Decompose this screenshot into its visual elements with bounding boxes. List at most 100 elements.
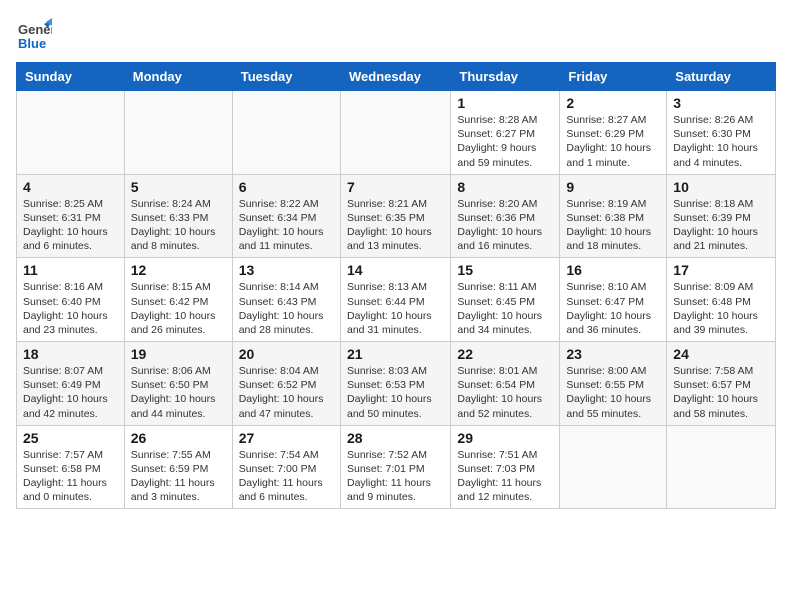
calendar-cell — [17, 91, 125, 175]
day-info: Sunrise: 8:00 AMSunset: 6:55 PMDaylight:… — [566, 364, 660, 421]
calendar-cell — [232, 91, 340, 175]
calendar-week-row: 25 Sunrise: 7:57 AMSunset: 6:58 PMDayligh… — [17, 425, 776, 509]
day-info: Sunrise: 8:04 AMSunset: 6:52 PMDaylight:… — [239, 364, 334, 421]
day-info: Sunrise: 8:06 AMSunset: 6:50 PMDaylight:… — [131, 364, 226, 421]
calendar-cell: 19 Sunrise: 8:06 AMSunset: 6:50 PMDayligh… — [124, 342, 232, 426]
calendar-cell: 11 Sunrise: 8:16 AMSunset: 6:40 PMDayligh… — [17, 258, 125, 342]
day-info: Sunrise: 8:27 AMSunset: 6:29 PMDaylight:… — [566, 113, 660, 170]
weekday-header: Monday — [124, 63, 232, 91]
day-number: 17 — [673, 262, 769, 278]
day-number: 2 — [566, 95, 660, 111]
calendar-cell: 16 Sunrise: 8:10 AMSunset: 6:47 PMDayligh… — [560, 258, 667, 342]
page-header: General Blue — [16, 16, 776, 52]
day-info: Sunrise: 8:03 AMSunset: 6:53 PMDaylight:… — [347, 364, 444, 421]
day-number: 3 — [673, 95, 769, 111]
day-number: 22 — [457, 346, 553, 362]
day-number: 12 — [131, 262, 226, 278]
day-info: Sunrise: 8:21 AMSunset: 6:35 PMDaylight:… — [347, 197, 444, 254]
day-number: 9 — [566, 179, 660, 195]
weekday-header-row: SundayMondayTuesdayWednesdayThursdayFrid… — [17, 63, 776, 91]
day-info: Sunrise: 8:13 AMSunset: 6:44 PMDaylight:… — [347, 280, 444, 337]
calendar-cell: 26 Sunrise: 7:55 AMSunset: 6:59 PMDayligh… — [124, 425, 232, 509]
weekday-header: Sunday — [17, 63, 125, 91]
day-info: Sunrise: 7:52 AMSunset: 7:01 PMDaylight:… — [347, 448, 444, 505]
day-number: 14 — [347, 262, 444, 278]
svg-text:Blue: Blue — [18, 36, 46, 51]
day-number: 1 — [457, 95, 553, 111]
day-number: 24 — [673, 346, 769, 362]
calendar-cell: 12 Sunrise: 8:15 AMSunset: 6:42 PMDayligh… — [124, 258, 232, 342]
logo: General Blue — [16, 16, 52, 52]
weekday-header: Wednesday — [340, 63, 450, 91]
logo-icon: General Blue — [16, 16, 52, 52]
day-number: 5 — [131, 179, 226, 195]
day-info: Sunrise: 8:25 AMSunset: 6:31 PMDaylight:… — [23, 197, 118, 254]
day-info: Sunrise: 8:09 AMSunset: 6:48 PMDaylight:… — [673, 280, 769, 337]
calendar-cell — [560, 425, 667, 509]
calendar-cell: 25 Sunrise: 7:57 AMSunset: 6:58 PMDayligh… — [17, 425, 125, 509]
weekday-header: Saturday — [667, 63, 776, 91]
calendar-table: SundayMondayTuesdayWednesdayThursdayFrid… — [16, 62, 776, 509]
day-info: Sunrise: 8:16 AMSunset: 6:40 PMDaylight:… — [23, 280, 118, 337]
day-number: 7 — [347, 179, 444, 195]
day-number: 16 — [566, 262, 660, 278]
calendar-week-row: 4 Sunrise: 8:25 AMSunset: 6:31 PMDaylight… — [17, 174, 776, 258]
calendar-cell: 5 Sunrise: 8:24 AMSunset: 6:33 PMDaylight… — [124, 174, 232, 258]
calendar-cell: 10Sunrise: 8:18 AMSunset: 6:39 PMDayligh… — [667, 174, 776, 258]
day-number: 27 — [239, 430, 334, 446]
calendar-cell: 14 Sunrise: 8:13 AMSunset: 6:44 PMDayligh… — [340, 258, 450, 342]
day-number: 25 — [23, 430, 118, 446]
day-info: Sunrise: 8:15 AMSunset: 6:42 PMDaylight:… — [131, 280, 226, 337]
day-info: Sunrise: 8:24 AMSunset: 6:33 PMDaylight:… — [131, 197, 226, 254]
day-info: Sunrise: 7:55 AMSunset: 6:59 PMDaylight:… — [131, 448, 226, 505]
day-info: Sunrise: 8:26 AMSunset: 6:30 PMDaylight:… — [673, 113, 769, 170]
day-info: Sunrise: 7:54 AMSunset: 7:00 PMDaylight:… — [239, 448, 334, 505]
day-number: 11 — [23, 262, 118, 278]
day-number: 15 — [457, 262, 553, 278]
day-number: 6 — [239, 179, 334, 195]
day-info: Sunrise: 8:01 AMSunset: 6:54 PMDaylight:… — [457, 364, 553, 421]
day-info: Sunrise: 8:18 AMSunset: 6:39 PMDaylight:… — [673, 197, 769, 254]
day-number: 28 — [347, 430, 444, 446]
calendar-cell: 2 Sunrise: 8:27 AMSunset: 6:29 PMDaylight… — [560, 91, 667, 175]
calendar-cell: 3 Sunrise: 8:26 AMSunset: 6:30 PMDaylight… — [667, 91, 776, 175]
day-info: Sunrise: 8:11 AMSunset: 6:45 PMDaylight:… — [457, 280, 553, 337]
calendar-week-row: 18 Sunrise: 8:07 AMSunset: 6:49 PMDayligh… — [17, 342, 776, 426]
day-number: 29 — [457, 430, 553, 446]
day-number: 4 — [23, 179, 118, 195]
day-info: Sunrise: 8:20 AMSunset: 6:36 PMDaylight:… — [457, 197, 553, 254]
calendar-cell: 15 Sunrise: 8:11 AMSunset: 6:45 PMDayligh… — [451, 258, 560, 342]
calendar-cell: 7 Sunrise: 8:21 AMSunset: 6:35 PMDaylight… — [340, 174, 450, 258]
calendar-cell: 9Sunrise: 8:19 AMSunset: 6:38 PMDaylight… — [560, 174, 667, 258]
day-number: 26 — [131, 430, 226, 446]
weekday-header: Tuesday — [232, 63, 340, 91]
day-number: 8 — [457, 179, 553, 195]
calendar-cell: 24 Sunrise: 7:58 AMSunset: 6:57 PMDayligh… — [667, 342, 776, 426]
calendar-cell: 22 Sunrise: 8:01 AMSunset: 6:54 PMDayligh… — [451, 342, 560, 426]
calendar-cell: 1 Sunrise: 8:28 AMSunset: 6:27 PMDaylight… — [451, 91, 560, 175]
calendar-cell: 6Sunrise: 8:22 AMSunset: 6:34 PMDaylight… — [232, 174, 340, 258]
calendar-cell: 27 Sunrise: 7:54 AMSunset: 7:00 PMDayligh… — [232, 425, 340, 509]
day-number: 20 — [239, 346, 334, 362]
calendar-cell — [124, 91, 232, 175]
weekday-header: Friday — [560, 63, 667, 91]
day-number: 13 — [239, 262, 334, 278]
day-info: Sunrise: 7:57 AMSunset: 6:58 PMDaylight:… — [23, 448, 118, 505]
calendar-week-row: 1 Sunrise: 8:28 AMSunset: 6:27 PMDaylight… — [17, 91, 776, 175]
weekday-header: Thursday — [451, 63, 560, 91]
day-number: 18 — [23, 346, 118, 362]
day-info: Sunrise: 8:07 AMSunset: 6:49 PMDaylight:… — [23, 364, 118, 421]
calendar-cell: 20 Sunrise: 8:04 AMSunset: 6:52 PMDayligh… — [232, 342, 340, 426]
day-number: 19 — [131, 346, 226, 362]
calendar-cell — [667, 425, 776, 509]
day-info: Sunrise: 8:10 AMSunset: 6:47 PMDaylight:… — [566, 280, 660, 337]
calendar-cell: 21Sunrise: 8:03 AMSunset: 6:53 PMDayligh… — [340, 342, 450, 426]
calendar-cell: 28 Sunrise: 7:52 AMSunset: 7:01 PMDayligh… — [340, 425, 450, 509]
calendar-cell: 13 Sunrise: 8:14 AMSunset: 6:43 PMDayligh… — [232, 258, 340, 342]
day-info: Sunrise: 8:14 AMSunset: 6:43 PMDaylight:… — [239, 280, 334, 337]
calendar-cell: 8 Sunrise: 8:20 AMSunset: 6:36 PMDaylight… — [451, 174, 560, 258]
day-info: Sunrise: 7:58 AMSunset: 6:57 PMDaylight:… — [673, 364, 769, 421]
calendar-cell: 29Sunrise: 7:51 AMSunset: 7:03 PMDayligh… — [451, 425, 560, 509]
day-info: Sunrise: 8:28 AMSunset: 6:27 PMDaylight:… — [457, 113, 553, 170]
calendar-cell: 4 Sunrise: 8:25 AMSunset: 6:31 PMDaylight… — [17, 174, 125, 258]
